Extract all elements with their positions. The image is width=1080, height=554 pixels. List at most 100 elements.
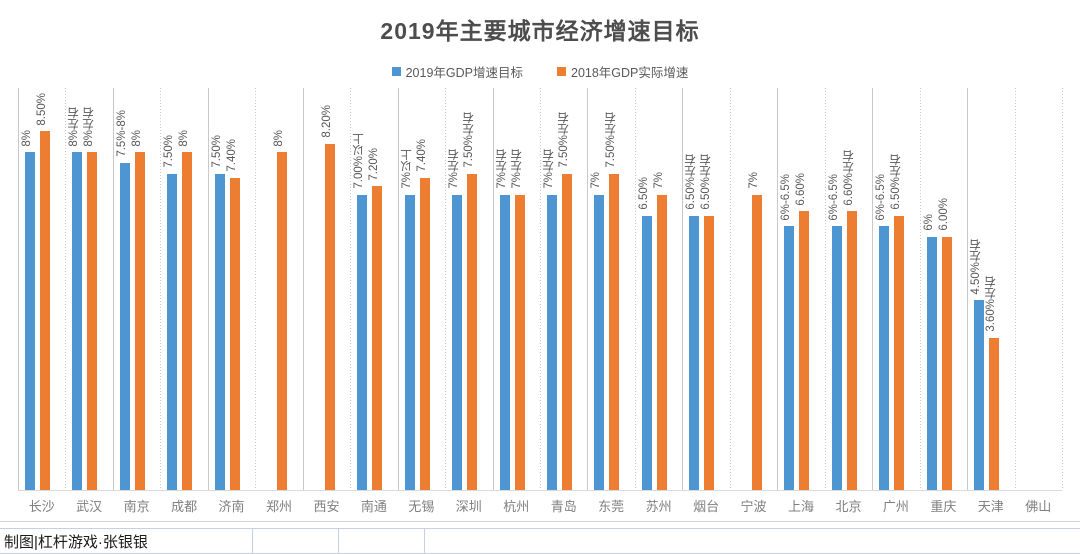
bar-2018[interactable] [182, 152, 193, 490]
category-separator [18, 88, 19, 490]
bar-2018[interactable] [751, 194, 762, 490]
category-separator [65, 88, 67, 490]
bar-group: 7.5%-8% 8% [113, 88, 160, 490]
x-axis-label: 武汉 [76, 499, 103, 514]
bar-2019[interactable] [641, 215, 652, 490]
bar-value-label: 6%-6.5% [827, 173, 840, 221]
bar-value-label: 7%左右 [495, 148, 508, 189]
chart-title: 2019年主要城市经济增速目标 [380, 18, 700, 44]
bar-group: 6%-6.5% 6.50%左右 [872, 88, 919, 490]
bar-value-label: 7.50% [163, 134, 176, 168]
bar-value-label: 8% [130, 129, 143, 147]
bar-2018[interactable] [324, 143, 335, 490]
bar-2018[interactable] [656, 194, 667, 490]
bar-2018[interactable] [609, 173, 620, 490]
axis-baseline [18, 490, 1062, 491]
spreadsheet-strip: 制图|杠杆游戏·张银银 [0, 521, 1080, 554]
bar-2018[interactable] [40, 131, 50, 490]
bar-2019[interactable] [357, 194, 368, 490]
category-separator [302, 88, 304, 490]
bar-value-label: 6.60%左右 [842, 149, 855, 206]
bar-2018[interactable] [989, 338, 1000, 490]
bar-value-label: 7%左右 [510, 148, 523, 189]
bar-2019[interactable] [784, 226, 795, 490]
bar-2019[interactable] [831, 226, 842, 490]
sheet-cell-3[interactable] [339, 529, 425, 553]
bar-2018[interactable] [372, 186, 383, 490]
bar-2018[interactable] [562, 173, 572, 490]
category-separator [1014, 88, 1016, 490]
bar-2018[interactable] [134, 152, 145, 490]
bar-group: 6.50% 7% [635, 88, 682, 490]
legend-item-2018[interactable]: 2018年GDP实际增速 [557, 62, 688, 81]
bar-group: 7%左右 7.50%左右 [445, 88, 492, 490]
x-axis-label: 佛山 [1025, 499, 1052, 514]
bar-value-label: 6.50% [637, 177, 650, 210]
bar-value-label: 7% [652, 171, 665, 189]
bar-value-label: 6.50%左右 [890, 154, 903, 210]
bar-2019[interactable] [452, 194, 463, 490]
bar-2019[interactable] [689, 215, 700, 490]
bar-value-label: 7.00%以上 [353, 133, 366, 189]
bar-2018[interactable] [419, 177, 430, 490]
bar-2019[interactable] [547, 194, 557, 490]
bar-2019[interactable] [404, 194, 415, 490]
bar-value-label: 6.00% [937, 198, 950, 231]
bar-group: 7.50% 8% [160, 88, 207, 490]
bar-group [1015, 88, 1062, 490]
bar-2019[interactable] [72, 152, 83, 490]
bar-value-label: 6%-6.5% [780, 173, 793, 221]
bar-2019[interactable] [926, 236, 937, 490]
bar-value-label: 7.50% [210, 134, 223, 168]
x-axis-label: 青岛 [550, 499, 577, 514]
bar-group: 6%-6.5% 6.60%左右 [825, 88, 872, 490]
bar-group: 6.50%左右 6.50%左右 [682, 88, 729, 490]
bar-2018[interactable] [704, 215, 715, 490]
bar-2018[interactable] [894, 215, 905, 490]
bar-2019[interactable] [119, 162, 130, 490]
bar-2018[interactable] [514, 194, 525, 490]
x-axis-label: 无锡 [408, 499, 435, 514]
bar-2018[interactable] [941, 236, 952, 490]
bar-value-label: 8% [21, 129, 33, 147]
bar-group: 8% [255, 88, 302, 490]
bar-2019[interactable] [214, 173, 225, 490]
sheet-cell-4[interactable] [425, 529, 1080, 553]
spreadsheet-row: 制图|杠杆游戏·张银银 [0, 528, 1080, 554]
x-axis-label: 济南 [218, 499, 245, 514]
bar-group: 7%左右 7%左右 [493, 88, 540, 490]
bar-value-label: 7.50%左右 [605, 111, 618, 168]
bar-2018[interactable] [87, 152, 98, 490]
bar-2019[interactable] [594, 194, 605, 490]
bar-2019[interactable] [879, 226, 890, 490]
bar-value-label: 6.50%左右 [685, 154, 698, 210]
bar-group: 8% 8.50% [18, 88, 65, 490]
bar-value-label: 7% [747, 171, 760, 189]
legend-item-2019[interactable]: 2019年GDP增速目标 [391, 62, 523, 81]
bar-2018[interactable] [277, 152, 288, 490]
legend-label-2018: 2018年GDP实际增速 [571, 66, 689, 80]
bar-2019[interactable] [499, 194, 510, 490]
bar-2018[interactable] [799, 211, 810, 490]
category-separator [445, 88, 447, 490]
bar-2019[interactable] [25, 152, 35, 490]
credit-cell[interactable]: 制图|杠杆游戏·张银银 [0, 529, 253, 553]
bar-2019[interactable] [974, 300, 985, 490]
category-separator [397, 88, 399, 490]
bar-value-label: 7%以上 [400, 148, 413, 189]
chart-legend: 2019年GDP增速目标 2018年GDP实际增速 [0, 62, 1080, 81]
category-separator [967, 88, 969, 490]
bar-group: 7%以上 7.40% [398, 88, 445, 490]
x-axis-label: 上海 [787, 499, 814, 514]
bar-value-label: 4.50%左右 [970, 238, 983, 295]
x-axis-label: 北京 [835, 499, 862, 514]
bar-2019[interactable] [167, 173, 178, 490]
bar-2018[interactable] [846, 211, 857, 490]
bar-group: 7%左右 7.50%左右 [540, 88, 587, 490]
bar-2018[interactable] [467, 173, 478, 490]
x-axis-label: 西安 [313, 499, 340, 514]
bar-value-label: 7.5%-8% [115, 110, 128, 157]
sheet-cell-2[interactable] [253, 529, 339, 553]
bar-2018[interactable] [229, 177, 240, 490]
x-axis-label: 南京 [123, 499, 150, 514]
